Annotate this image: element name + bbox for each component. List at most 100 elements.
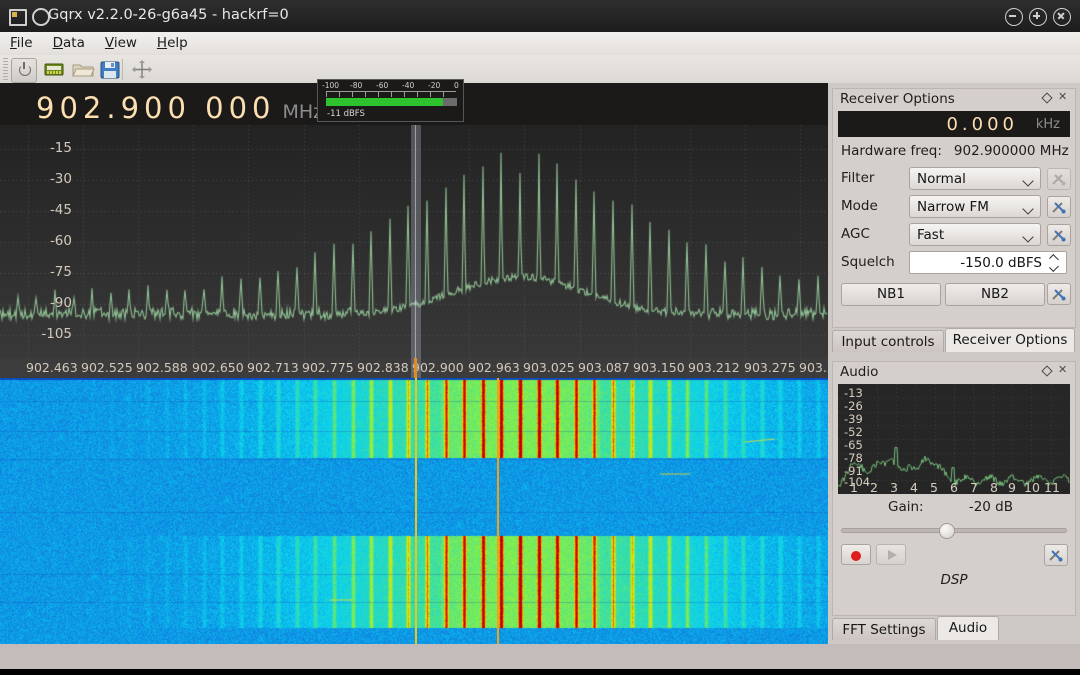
chevron-down-icon xyxy=(1022,175,1033,186)
signal-strength-meter: -100 -80 -60 -40 -20 0 -11 dBFS xyxy=(317,79,464,122)
save-floppy-icon[interactable] xyxy=(98,58,122,81)
tab-receiver-options[interactable]: Receiver Options xyxy=(945,328,1075,352)
spectrum-y-label-3: -60 xyxy=(0,233,72,249)
tuning-cursor-tick xyxy=(414,358,417,378)
spectrum-y-label-5: -90 xyxy=(0,295,72,311)
minimize-icon[interactable] xyxy=(1005,8,1023,26)
close-panel-icon[interactable]: ✕ xyxy=(1058,92,1068,102)
smeter-tick-0: -100 xyxy=(322,81,339,90)
menu-item-help[interactable]: Help xyxy=(147,32,198,53)
smeter-level-label: -11 dBFS xyxy=(327,109,365,119)
maximize-icon[interactable] xyxy=(1029,8,1047,26)
nb1-button[interactable]: NB1 xyxy=(841,283,941,306)
stepper-down-icon[interactable] xyxy=(1049,262,1059,272)
audio-x-label-4: 5 xyxy=(930,480,938,494)
tab-fft-settings[interactable]: FFT Settings xyxy=(832,618,936,640)
mode-row: Mode Narrow FM xyxy=(841,195,1069,219)
hardware-freq-row: Hardware freq:902.900000 MHz xyxy=(841,143,1069,159)
audio-y-label-4: -65 xyxy=(844,438,863,452)
audio-spectrum-plot[interactable]: -13 -26 -39 -52 -65 -78 -91 -104 1 2 3 4… xyxy=(838,384,1070,494)
receiver-options-titlebar: Receiver Options ✕ xyxy=(833,89,1075,109)
squelch-row: Squelch -150.0 dBFS xyxy=(841,251,1069,275)
play-button[interactable] xyxy=(876,544,906,565)
move-icon[interactable] xyxy=(130,58,154,81)
menu-label-help-rest: elp xyxy=(167,35,188,51)
gain-slider[interactable] xyxy=(841,522,1067,540)
right-dock: Receiver Options ✕ 0.000 kHz Hardware fr… xyxy=(828,83,1080,644)
close-icon[interactable] xyxy=(1053,8,1071,26)
frequency-value[interactable]: 902.900 000 xyxy=(36,91,276,125)
hardware-chip-icon[interactable] xyxy=(42,58,66,81)
nb2-button[interactable]: NB2 xyxy=(945,283,1045,306)
tuning-cursor-band[interactable] xyxy=(411,125,421,378)
audio-dock-tabs: FFT Settings Audio xyxy=(832,616,1076,642)
filter-row: Filter Normal xyxy=(841,167,1069,191)
smeter-track xyxy=(326,98,457,106)
freq-axis-label-5: 902.775 xyxy=(302,360,354,375)
power-icon[interactable] xyxy=(11,58,37,83)
toolbar-grip[interactable] xyxy=(3,58,8,80)
status-bar xyxy=(0,644,1080,669)
audio-titlebar: Audio ✕ xyxy=(833,362,1075,382)
audio-spectrum-canvas[interactable] xyxy=(838,384,1070,494)
chevron-down-icon xyxy=(1022,231,1033,242)
agc-select[interactable]: Fast xyxy=(909,223,1041,246)
filter-label: Filter xyxy=(841,170,874,186)
menu-bar: File Data View Help xyxy=(0,32,1080,56)
window-title: Gqrx v2.2.0-26-g6a45 - hackrf=0 xyxy=(48,7,289,23)
smeter-bar xyxy=(326,98,443,106)
hardware-freq-label: Hardware freq: xyxy=(841,143,942,159)
freq-axis-label-10: 903.087 xyxy=(578,360,630,375)
smeter-tick-4: -20 xyxy=(428,81,440,90)
chevron-down-icon xyxy=(1022,203,1033,214)
offset-frequency-display[interactable]: 0.000 kHz xyxy=(838,111,1070,137)
waterfall-canvas[interactable] xyxy=(0,378,828,644)
audio-x-label-5: 6 xyxy=(950,480,958,494)
offset-value[interactable]: 0.000 xyxy=(946,114,1018,135)
window-controls[interactable] xyxy=(1005,8,1071,26)
gain-value: -20 dB xyxy=(969,499,1013,515)
float-panel-icon[interactable] xyxy=(1042,93,1051,102)
menu-item-data[interactable]: Data xyxy=(43,32,95,53)
squelch-value[interactable]: -150.0 dBFS xyxy=(960,255,1042,271)
agc-label: AGC xyxy=(841,226,870,242)
squelch-stepper[interactable]: -150.0 dBFS xyxy=(909,251,1067,274)
main-frequency-display[interactable]: 902.900 000MHz xyxy=(36,91,323,125)
filter-select[interactable]: Normal xyxy=(909,167,1041,190)
audio-tools-icon[interactable] xyxy=(1044,544,1068,566)
waterfall-plot[interactable] xyxy=(0,378,828,644)
freq-axis-label-2: 902.588 xyxy=(136,360,188,375)
freq-axis-label-4: 902.713 xyxy=(247,360,299,375)
close-panel-icon[interactable]: ✕ xyxy=(1058,365,1068,375)
audio-x-label-3: 4 xyxy=(910,480,918,494)
agc-value: Fast xyxy=(917,227,944,243)
window-icon xyxy=(9,9,27,26)
window-menu-icons[interactable] xyxy=(9,8,50,26)
menu-item-view[interactable]: View xyxy=(95,32,147,53)
audio-x-label-7: 8 xyxy=(990,480,998,494)
menu-label-view-rest: iew xyxy=(114,35,137,51)
tab-input-controls[interactable]: Input controls xyxy=(832,330,944,352)
agc-row: AGC Fast xyxy=(841,223,1069,247)
open-folder-icon[interactable] xyxy=(71,58,95,81)
gain-slider-handle[interactable] xyxy=(939,523,955,539)
freq-axis-label-13: 903.275 xyxy=(744,360,796,375)
float-panel-icon[interactable] xyxy=(1042,366,1051,375)
audio-y-label-5: -78 xyxy=(844,451,863,465)
agc-tools-icon[interactable] xyxy=(1047,224,1071,246)
freq-axis-label-11: 903.150 xyxy=(633,360,685,375)
record-button[interactable] xyxy=(841,544,871,565)
gqrx-window: Gqrx v2.2.0-26-g6a45 - hackrf=0 File Dat… xyxy=(0,0,1080,675)
filter-tools-icon[interactable] xyxy=(1047,168,1071,190)
nb-tools-icon[interactable] xyxy=(1047,283,1071,305)
smeter-scale: -100 -80 -60 -40 -20 0 xyxy=(318,81,465,91)
audio-y-label-3: -52 xyxy=(844,425,863,439)
mode-tools-icon[interactable] xyxy=(1047,196,1071,218)
mode-select[interactable]: Narrow FM xyxy=(909,195,1041,218)
mode-value: Narrow FM xyxy=(917,199,989,215)
menu-item-file[interactable]: File xyxy=(0,32,43,53)
receiver-options-title: Receiver Options xyxy=(840,91,955,107)
tab-audio[interactable]: Audio xyxy=(937,616,999,640)
main-toolbar xyxy=(0,55,1080,84)
receiver-options-panel: Receiver Options ✕ 0.000 kHz Hardware fr… xyxy=(832,88,1076,328)
